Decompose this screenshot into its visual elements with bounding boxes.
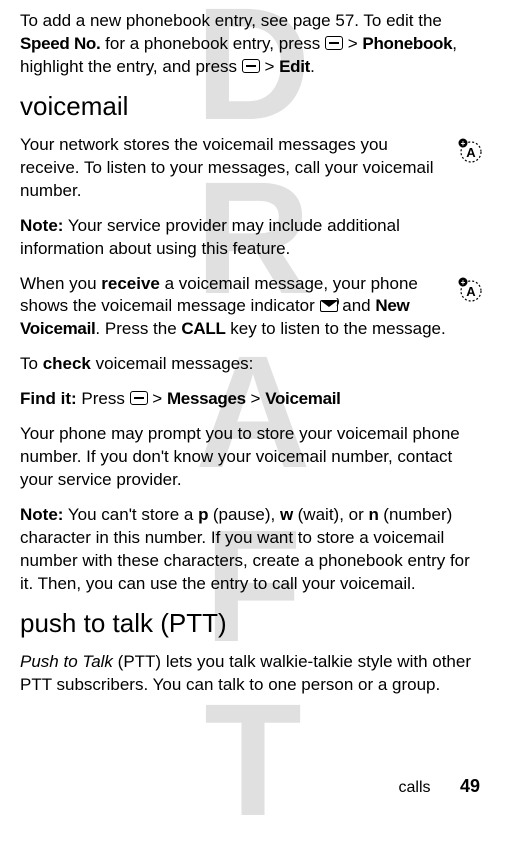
voicemail-p1: Your network stores the voicemail messag… xyxy=(20,134,485,203)
voicemail-heading: voicemail xyxy=(20,91,485,122)
note2-c: (pause), xyxy=(208,505,280,524)
vm-p2a: When you xyxy=(20,274,101,293)
speed-no-label: Speed No. xyxy=(20,34,100,53)
vm-p2c: and xyxy=(338,296,376,315)
intro-text-1: To add a new phonebook entry, see page 5… xyxy=(20,11,442,30)
call-key-label: CALL xyxy=(181,319,225,338)
note-label-2: Note: xyxy=(20,505,63,524)
svg-text:A: A xyxy=(466,145,476,160)
voicemail-note2: Note: You can't store a p (pause), w (wa… xyxy=(20,504,485,596)
intro-text-4: . xyxy=(310,57,315,76)
note-label: Note: xyxy=(20,216,63,235)
ptt-heading: push to talk (PTT) xyxy=(20,608,485,639)
svg-text:A: A xyxy=(466,284,476,299)
svg-text:+: + xyxy=(461,278,466,287)
voicemail-p3: To check voicemail messages: xyxy=(20,353,485,376)
messages-label: Messages xyxy=(167,389,246,408)
p-char: p xyxy=(198,505,208,524)
voicemail-p4: Your phone may prompt you to store your … xyxy=(20,423,485,492)
receive-label: receive xyxy=(101,274,160,293)
network-feature-icon: A + xyxy=(457,276,485,304)
n-char: n xyxy=(368,505,378,524)
network-feature-icon: A + xyxy=(457,137,485,165)
voicemail-indicator-icon xyxy=(320,300,338,312)
page-content: To add a new phonebook entry, see page 5… xyxy=(20,10,485,697)
vm-p3a: To xyxy=(20,354,43,373)
gt-2: > xyxy=(260,57,279,76)
note-text: Your service provider may include additi… xyxy=(20,216,400,258)
vm-p2d: . Press the xyxy=(95,319,181,338)
find-it-line: Find it: Press > Messages > Voicemail xyxy=(20,388,485,411)
ptt-italic: Push to Talk xyxy=(20,652,113,671)
note2-d: (wait), or xyxy=(293,505,369,524)
page-footer: calls 49 xyxy=(399,776,481,797)
gt-4: > xyxy=(246,389,265,408)
gt-1: > xyxy=(343,34,362,53)
ptt-p1: Push to Talk (PTT) lets you talk walkie-… xyxy=(20,651,485,697)
menu-button-icon xyxy=(242,59,260,73)
note2-b: You can't store a xyxy=(63,505,198,524)
menu-button-icon xyxy=(325,36,343,50)
check-label: check xyxy=(43,354,91,373)
voicemail-note1: Note: Your service provider may include … xyxy=(20,215,485,261)
intro-paragraph: To add a new phonebook entry, see page 5… xyxy=(20,10,485,79)
gt-3: > xyxy=(148,389,167,408)
w-char: w xyxy=(280,505,293,524)
page-number: 49 xyxy=(460,776,480,796)
intro-text-2: for a phonebook entry, press xyxy=(100,34,325,53)
vm-p2e: key to listen to the message. xyxy=(226,319,446,338)
footer-section: calls xyxy=(399,779,431,796)
find-it-press: Press xyxy=(77,389,130,408)
voicemail-menu-label: Voicemail xyxy=(265,389,340,408)
svg-text:+: + xyxy=(461,139,466,148)
find-it-label: Find it: xyxy=(20,389,77,408)
vm-p3b: voicemail messages: xyxy=(91,354,254,373)
phonebook-label: Phonebook xyxy=(362,34,452,53)
menu-button-icon xyxy=(130,391,148,405)
edit-label: Edit xyxy=(279,57,310,76)
voicemail-p2: When you receive a voicemail message, yo… xyxy=(20,273,485,342)
